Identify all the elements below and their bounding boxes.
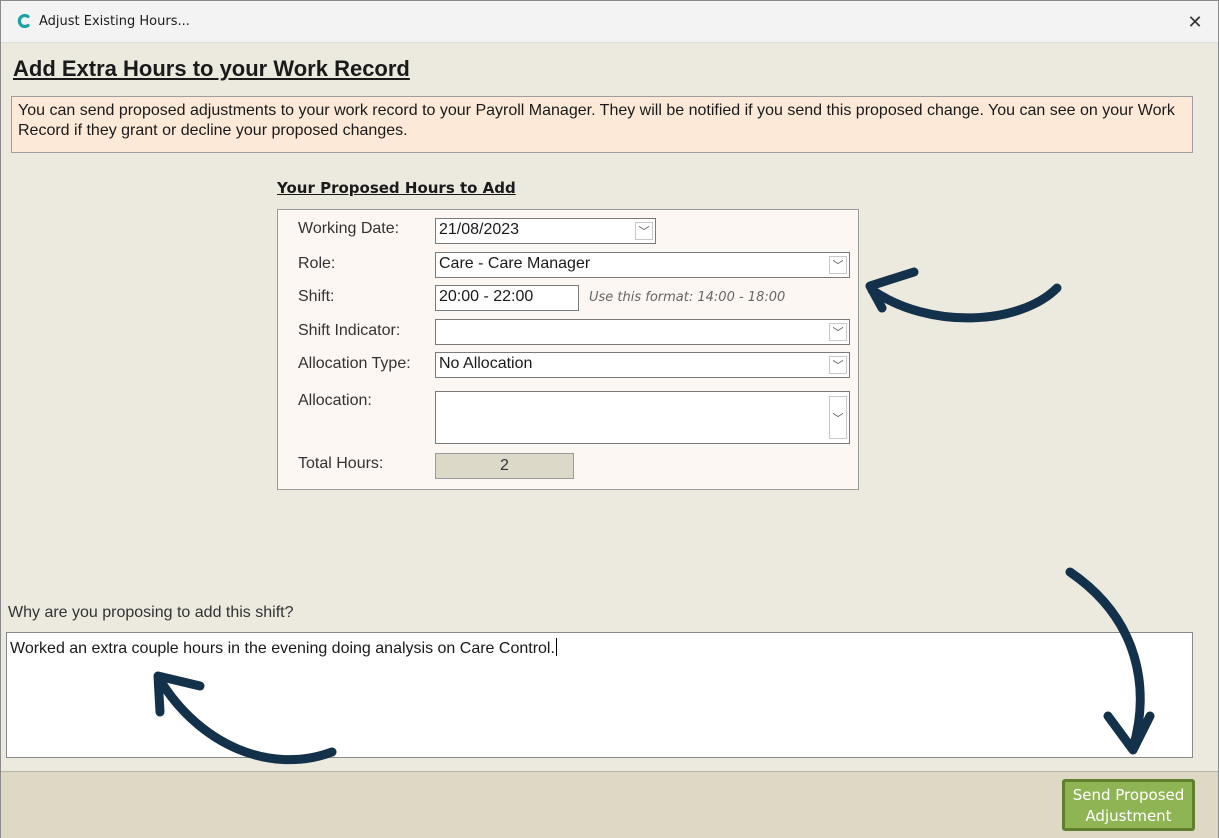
reason-label: Why are you proposing to add this shift? [8, 604, 294, 621]
send-proposed-adjustment-button[interactable]: Send Proposed Adjustment [1062, 779, 1195, 831]
shift-indicator-select[interactable]: ﹀ [435, 319, 850, 345]
shift-input[interactable]: 20:00 - 22:00 [435, 285, 579, 311]
total-hours-value: 2 [435, 453, 574, 479]
shift-value: 20:00 - 22:00 [439, 288, 534, 305]
care-control-logo-icon [17, 13, 30, 29]
shift-label: Shift: [298, 288, 335, 305]
reason-text: Worked an extra couple hours in the even… [10, 640, 555, 657]
text-caret [555, 638, 557, 656]
close-button[interactable]: ✕ [1172, 1, 1218, 43]
working-date-picker[interactable]: 21/08/2023 ﹀ [435, 218, 656, 244]
allocation-type-value: No Allocation [439, 355, 533, 372]
chevron-down-icon[interactable]: ﹀ [829, 396, 847, 439]
chevron-down-icon[interactable]: ﹀ [829, 256, 847, 274]
role-value: Care - Care Manager [439, 255, 591, 272]
shift-indicator-label: Shift Indicator: [298, 322, 401, 339]
proposed-hours-form: Working Date: 21/08/2023 ﹀ Role: Care - … [277, 209, 859, 490]
section-title: Your Proposed Hours to Add [277, 179, 516, 197]
shift-format-hint: Use this format: 14:00 - 18:00 [589, 290, 786, 305]
working-date-label: Working Date: [298, 220, 400, 237]
close-icon: ✕ [1187, 11, 1203, 32]
working-date-value: 21/08/2023 [439, 221, 520, 238]
role-label: Role: [298, 255, 336, 272]
info-message: You can send proposed adjustments to you… [11, 96, 1193, 153]
footer-bar [1, 771, 1218, 838]
dialog-window: Adjust Existing Hours... ✕ Add Extra Hou… [0, 0, 1219, 838]
page-title: Add Extra Hours to your Work Record [13, 56, 410, 81]
allocation-select[interactable]: ﹀ [435, 391, 850, 444]
title-bar: Adjust Existing Hours... ✕ [1, 1, 1218, 43]
allocation-type-select[interactable]: No Allocation ﹀ [435, 352, 850, 378]
send-button-label-line2: Adjustment [1085, 807, 1172, 825]
chevron-down-icon[interactable]: ﹀ [829, 323, 847, 341]
role-select[interactable]: Care - Care Manager ﹀ [435, 252, 850, 278]
allocation-type-label: Allocation Type: [298, 355, 411, 372]
window-title: Adjust Existing Hours... [39, 14, 190, 29]
chevron-down-icon[interactable]: ﹀ [829, 356, 847, 374]
allocation-label: Allocation: [298, 392, 372, 409]
send-button-label-line1: Send Proposed [1072, 786, 1185, 804]
chevron-down-icon[interactable]: ﹀ [635, 222, 653, 240]
reason-textarea[interactable]: Worked an extra couple hours in the even… [6, 632, 1193, 758]
total-hours-label: Total Hours: [298, 455, 384, 472]
